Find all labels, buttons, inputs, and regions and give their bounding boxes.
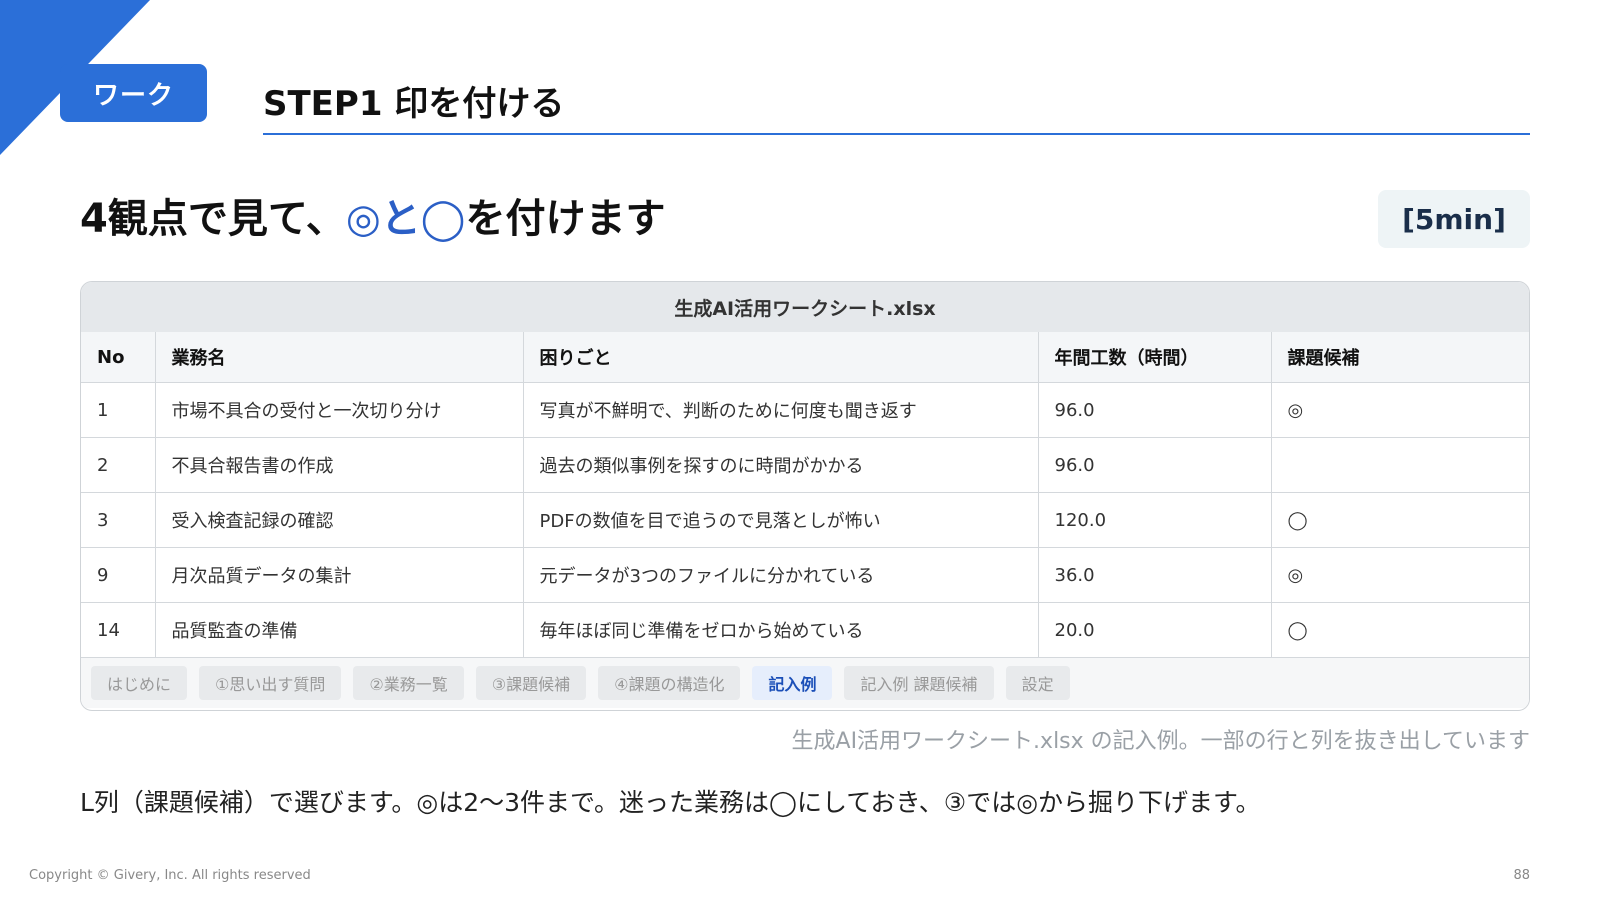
cell-candidate[interactable] — [1271, 437, 1529, 493]
instruction-text: L列（課題候補）で選びます。◎は2〜3件まで。迷った業務は◯にしておき、③では◎… — [80, 788, 1261, 817]
copyright: Copyright © Givery, Inc. All rights rese… — [29, 868, 311, 883]
cell-no[interactable]: 14 — [81, 602, 156, 658]
cell-hours[interactable]: 20.0 — [1038, 602, 1272, 658]
cell-candidate[interactable]: ◎ — [1271, 382, 1529, 438]
title-divider — [263, 133, 1530, 135]
page-title: STEP1 印を付ける — [263, 84, 565, 124]
sheet-tab-settings[interactable]: 設定 — [1005, 666, 1070, 700]
sheet-tab-intro[interactable]: はじめに — [91, 666, 188, 700]
worksheet-title: 生成AI活用ワークシート.xlsx — [81, 282, 1529, 332]
sheet-tab-example-candidates[interactable]: 記入例 課題候補 — [844, 666, 994, 700]
cell-task[interactable]: 品質監査の準備 — [155, 602, 524, 658]
column-header-problem: 困りごと — [523, 332, 1039, 383]
cell-problem[interactable]: 毎年ほぼ同じ準備をゼロから始めている — [523, 602, 1039, 658]
column-header-no: No — [81, 332, 156, 383]
cell-hours[interactable]: 36.0 — [1038, 547, 1272, 603]
sheet-tab-task-list[interactable]: ②業務一覧 — [353, 666, 464, 700]
column-header-candidate: 課題候補 — [1271, 332, 1529, 383]
cell-hours[interactable]: 120.0 — [1038, 492, 1272, 548]
cell-candidate[interactable]: ◎ — [1271, 547, 1529, 603]
table-row: 14 品質監査の準備 毎年ほぼ同じ準備をゼロから始めている 20.0 ◯ — [81, 602, 1529, 658]
time-badge: [5min] — [1378, 190, 1530, 248]
cell-candidate[interactable]: ◯ — [1271, 492, 1529, 548]
worksheet-card: 生成AI活用ワークシート.xlsx No 業務名 困りごと 年間工数（時間） 課… — [80, 281, 1530, 711]
headline: 4観点で見て、◎と◯を付けます — [80, 186, 666, 244]
column-header-hours: 年間工数（時間） — [1038, 332, 1272, 383]
sheet-tab-example[interactable]: 記入例 — [752, 666, 833, 700]
cell-problem[interactable]: 写真が不鮮明で、判断のために何度も聞き返す — [523, 382, 1039, 438]
cell-problem[interactable]: PDFの数値を目で追うので見落としが怖い — [523, 492, 1039, 548]
header-row: No 業務名 困りごと 年間工数（時間） 課題候補 — [81, 332, 1529, 383]
cell-candidate[interactable]: ◯ — [1271, 602, 1529, 658]
worksheet-caption: 生成AI活用ワークシート.xlsx の記入例。一部の行と列を抜き出しています — [791, 729, 1530, 754]
cell-no[interactable]: 9 — [81, 547, 156, 603]
cell-problem[interactable]: 過去の類似事例を探すのに時間がかかる — [523, 437, 1039, 493]
cell-no[interactable]: 1 — [81, 382, 156, 438]
cell-hours[interactable]: 96.0 — [1038, 437, 1272, 493]
cell-task[interactable]: 市場不具合の受付と一次切り分け — [155, 382, 524, 438]
headline-suffix: を付けます — [465, 196, 666, 242]
worksheet-table: No 業務名 困りごと 年間工数（時間） 課題候補 1 市場不具合の受付と一次切… — [81, 332, 1529, 658]
column-header-task: 業務名 — [155, 332, 524, 383]
sheet-tab-recall-questions[interactable]: ①思い出す質問 — [199, 666, 342, 700]
cell-problem[interactable]: 元データが3つのファイルに分かれている — [523, 547, 1039, 603]
page-number: 88 — [1513, 868, 1530, 883]
headline-prefix: 4観点で見て、 — [80, 196, 346, 242]
table-row: 3 受入検査記録の確認 PDFの数値を目で追うので見落としが怖い 120.0 ◯ — [81, 492, 1529, 548]
headline-accent: ◎と◯ — [345, 196, 466, 242]
work-badge: ワーク — [60, 64, 207, 122]
cell-task[interactable]: 不具合報告書の作成 — [155, 437, 524, 493]
cell-no[interactable]: 2 — [81, 437, 156, 493]
sheet-tab-candidates[interactable]: ③課題候補 — [475, 666, 587, 700]
cell-task[interactable]: 受入検査記録の確認 — [155, 492, 524, 548]
cell-task[interactable]: 月次品質データの集計 — [155, 547, 524, 603]
table-row: 2 不具合報告書の作成 過去の類似事例を探すのに時間がかかる 96.0 — [81, 437, 1529, 493]
sheet-tab-bar: はじめに ①思い出す質問 ②業務一覧 ③課題候補 ④課題の構造化 記入例 記入例… — [81, 658, 1529, 708]
cell-hours[interactable]: 96.0 — [1038, 382, 1272, 438]
table-row: 1 市場不具合の受付と一次切り分け 写真が不鮮明で、判断のために何度も聞き返す … — [81, 382, 1529, 438]
table-row: 9 月次品質データの集計 元データが3つのファイルに分かれている 36.0 ◎ — [81, 547, 1529, 603]
cell-no[interactable]: 3 — [81, 492, 156, 548]
sheet-tab-structuring[interactable]: ④課題の構造化 — [598, 666, 741, 700]
